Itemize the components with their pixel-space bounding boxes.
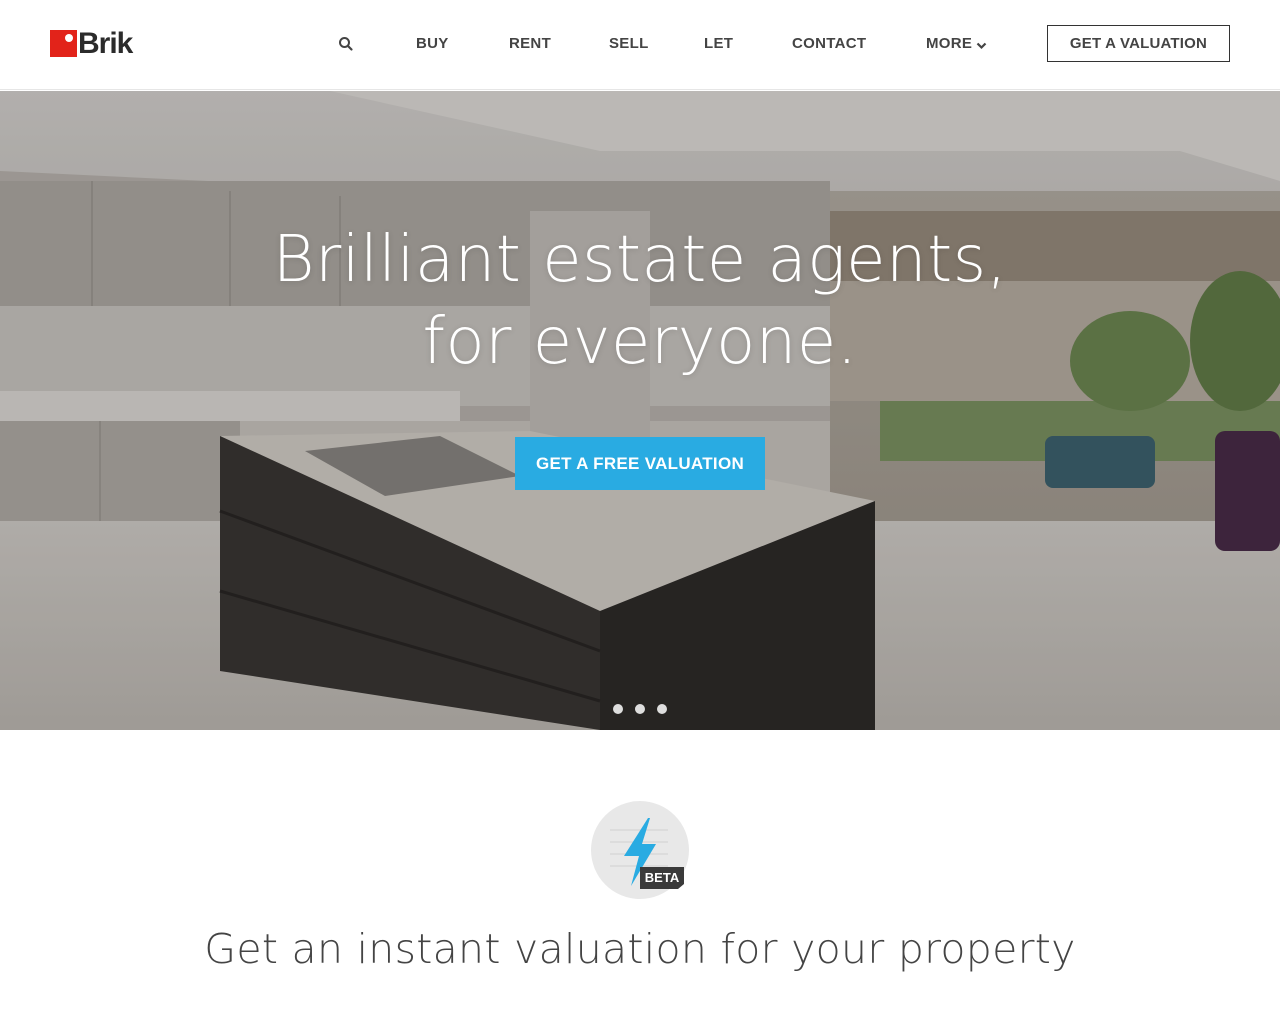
hero-title-line-2: for everyone. (422, 305, 858, 379)
hero-title-line-1: Brilliant estate agents, (272, 223, 1008, 297)
nav-more-label: MORE (926, 35, 973, 52)
hero-title: Brilliant estate agents, for everyone. (0, 219, 1280, 383)
logo-text: Brik (78, 26, 133, 60)
carousel-dot-3[interactable] (657, 704, 667, 714)
carousel-dots (613, 704, 667, 714)
nav-rent[interactable]: RENT (509, 35, 551, 52)
hero-carousel: Brilliant estate agents, for everyone. G… (0, 91, 1280, 730)
nav-sell[interactable]: SELL (609, 35, 649, 52)
brik-logo[interactable]: Brik (50, 26, 133, 60)
search-icon[interactable] (338, 36, 354, 52)
beta-label: BETA (645, 870, 680, 885)
nav-more[interactable]: MORE (926, 35, 987, 52)
get-valuation-button[interactable]: GET A VALUATION (1047, 25, 1230, 62)
get-free-valuation-button[interactable]: GET A FREE VALUATION (515, 437, 765, 490)
nav-let[interactable]: LET (704, 35, 733, 52)
carousel-dot-1[interactable] (613, 704, 623, 714)
nav-contact[interactable]: CONTACT (792, 35, 866, 52)
carousel-dot-2[interactable] (635, 704, 645, 714)
nav-buy[interactable]: BUY (416, 35, 449, 52)
instant-valuation-badge: BETA (590, 800, 690, 900)
hero-kitchen-image (0, 91, 1280, 730)
site-header: Brik BUY RENT SELL LET CONTACT MORE GET … (0, 0, 1280, 90)
logo-mark-icon (50, 29, 77, 57)
chevron-down-icon (976, 38, 987, 50)
instant-valuation-title: Get an instant valuation for your proper… (204, 925, 1076, 973)
